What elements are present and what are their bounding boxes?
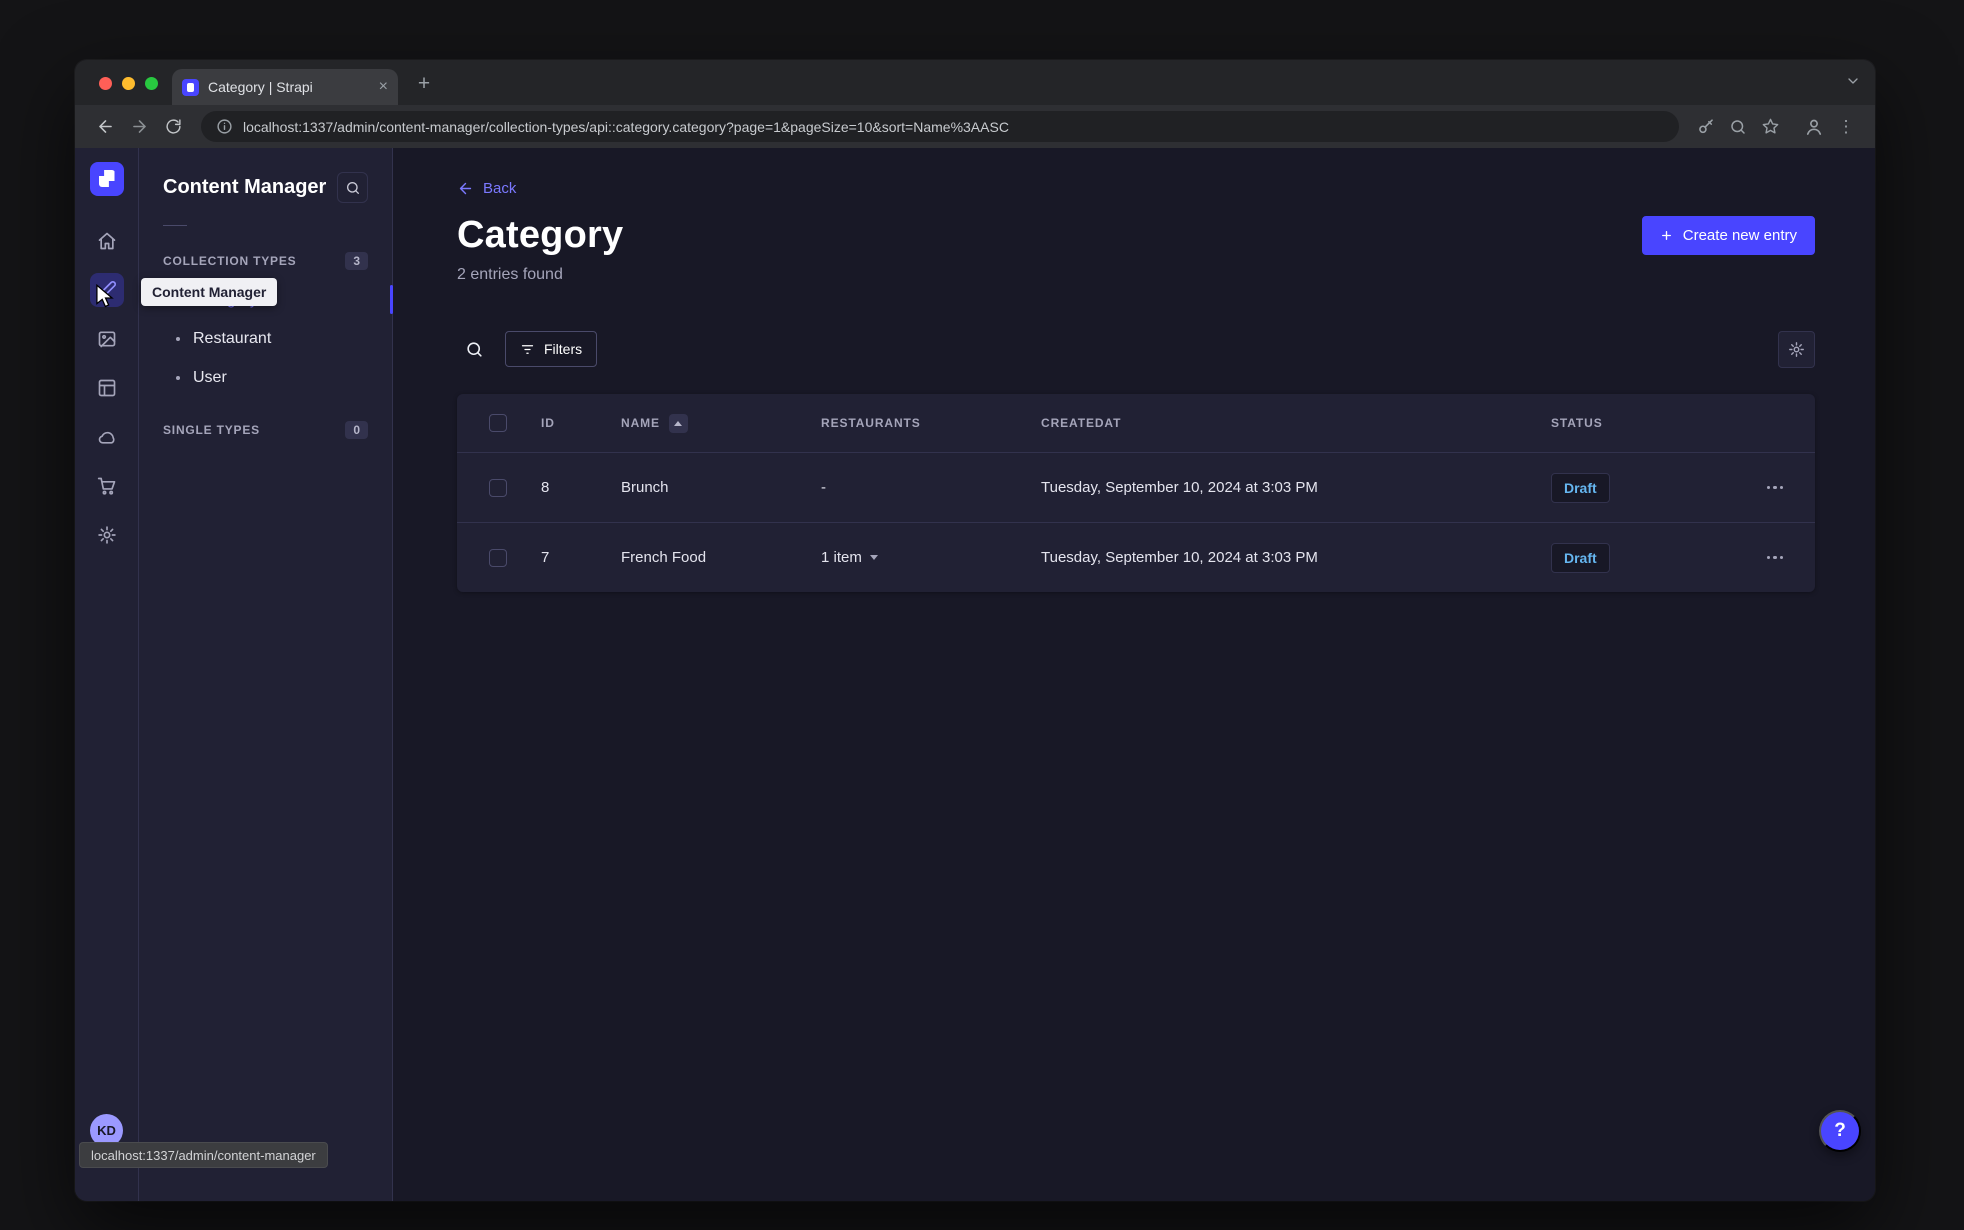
- page-title: Category: [457, 214, 624, 256]
- mouse-cursor: [96, 284, 114, 308]
- home-icon[interactable]: [90, 224, 124, 258]
- sidebar-divider: [163, 225, 187, 226]
- close-tab-icon[interactable]: [379, 79, 388, 95]
- nav-tooltip: Content Manager: [141, 278, 278, 306]
- name-header-label: NAME: [621, 416, 660, 430]
- table-row[interactable]: 7 French Food 1 item Tuesday, September …: [457, 522, 1815, 592]
- cell-createdat: Tuesday, September 10, 2024 at 3:03 PM: [1041, 549, 1318, 566]
- view-settings-button[interactable]: [1778, 330, 1815, 368]
- bullet-icon: [176, 336, 180, 341]
- media-library-icon[interactable]: [90, 322, 124, 356]
- search-button[interactable]: [457, 332, 491, 366]
- select-all-checkbox[interactable]: [489, 414, 507, 432]
- column-header-name[interactable]: NAME: [621, 413, 821, 433]
- arrow-left-icon: [459, 182, 472, 195]
- status-link-preview: localhost:1337/admin/content-manager: [79, 1142, 328, 1168]
- sidebar-item-restaurant[interactable]: Restaurant: [139, 319, 392, 358]
- cell-restaurants[interactable]: 1 item: [821, 549, 1041, 566]
- table-row[interactable]: 8 Brunch - Tuesday, September 10, 2024 a…: [457, 452, 1815, 522]
- cell-name: Brunch: [621, 479, 669, 496]
- tab-search-chevron-icon[interactable]: [1845, 73, 1861, 89]
- main-content: Back Category 2 entries found Create new…: [393, 148, 1875, 1201]
- column-header-createdat[interactable]: CREATEDAT: [1041, 416, 1551, 430]
- column-header-status[interactable]: STATUS: [1551, 416, 1711, 430]
- back-label: Back: [483, 180, 517, 197]
- page-info-icon[interactable]: [215, 112, 233, 142]
- status-badge: Draft: [1551, 472, 1610, 503]
- single-types-count-badge: 0: [345, 421, 368, 439]
- plus-icon: [1661, 231, 1671, 240]
- content-type-builder-icon[interactable]: [90, 371, 124, 405]
- sidebar-item-user[interactable]: User: [139, 358, 392, 397]
- back-link[interactable]: Back: [457, 180, 516, 197]
- browser-window: Category | Strapi localhost:1337/admin/c…: [75, 60, 1875, 1201]
- sidebar-item-label: User: [193, 368, 227, 386]
- forward-button[interactable]: [123, 111, 155, 143]
- cell-id: 7: [541, 549, 550, 566]
- column-header-restaurants[interactable]: RESTAURANTS: [821, 416, 1041, 430]
- sidebar-item-label: Restaurant: [193, 329, 272, 347]
- close-window-button[interactable]: [99, 77, 112, 90]
- profile-icon[interactable]: [1799, 112, 1829, 142]
- cell-createdat: Tuesday, September 10, 2024 at 3:03 PM: [1041, 479, 1318, 496]
- row-actions-menu[interactable]: [1766, 555, 1792, 560]
- marketplace-cart-icon[interactable]: [90, 469, 124, 503]
- cell-name: French Food: [621, 549, 707, 566]
- filters-button[interactable]: Filters: [505, 331, 598, 367]
- sidebar-search-button[interactable]: [337, 172, 368, 203]
- help-button[interactable]: ?: [1819, 1110, 1861, 1152]
- browser-toolbar: localhost:1337/admin/content-manager/col…: [75, 105, 1875, 148]
- collection-types-label: COLLECTION TYPES: [163, 254, 297, 268]
- collection-types-count-badge: 3: [345, 252, 368, 270]
- new-tab-button[interactable]: [410, 70, 438, 98]
- row-checkbox[interactable]: [489, 478, 507, 497]
- entries-table: ID NAME RESTAURANTS CREATEDAT STATUS 8 B…: [457, 394, 1815, 592]
- single-types-label: SINGLE TYPES: [163, 423, 260, 437]
- create-new-entry-button[interactable]: Create new entry: [1641, 216, 1815, 255]
- create-button-label: Create new entry: [1682, 227, 1797, 244]
- restaurants-count-label: 1 item: [821, 549, 862, 566]
- zoom-icon[interactable]: [1723, 112, 1753, 142]
- reload-button[interactable]: [157, 111, 189, 143]
- gear-icon: [1789, 341, 1804, 357]
- row-actions-menu[interactable]: [1766, 485, 1792, 490]
- chevron-down-icon: [869, 555, 878, 560]
- single-types-section: SINGLE TYPES 0: [139, 411, 392, 449]
- settings-gear-icon[interactable]: [90, 518, 124, 552]
- caret-up-icon: [674, 420, 683, 426]
- bullet-icon: [176, 375, 180, 380]
- row-checkbox[interactable]: [489, 548, 507, 567]
- sidebar-title: Content Manager: [163, 176, 327, 198]
- status-badge: Draft: [1551, 542, 1610, 573]
- browser-tab[interactable]: Category | Strapi: [172, 69, 398, 105]
- password-key-icon[interactable]: [1691, 112, 1721, 142]
- filters-label: Filters: [544, 341, 583, 357]
- back-button[interactable]: [89, 111, 121, 143]
- cell-id: 8: [541, 479, 550, 496]
- tab-title: Category | Strapi: [208, 79, 313, 95]
- strapi-logo[interactable]: [89, 162, 124, 196]
- url-bar[interactable]: localhost:1337/admin/content-manager/col…: [201, 111, 1679, 142]
- fullscreen-window-button[interactable]: [145, 77, 158, 90]
- strapi-app: KD Content Manager COLLECTION TYPES 3 Ca…: [75, 148, 1875, 1201]
- browser-menu-icon[interactable]: [1831, 112, 1861, 142]
- url-text[interactable]: localhost:1337/admin/content-manager/col…: [243, 119, 1665, 135]
- deploy-cloud-icon[interactable]: [90, 420, 124, 454]
- tab-strip: Category | Strapi: [75, 60, 1875, 105]
- column-header-id[interactable]: ID: [541, 416, 621, 430]
- bookmark-star-icon[interactable]: [1755, 112, 1785, 142]
- cell-restaurants: -: [821, 479, 826, 496]
- filter-icon: [521, 344, 534, 354]
- window-controls: [99, 77, 158, 90]
- collection-types-section: COLLECTION TYPES 3: [139, 242, 392, 280]
- table-header-row: ID NAME RESTAURANTS CREATEDAT STATUS: [457, 394, 1815, 452]
- strapi-favicon-icon: [182, 78, 199, 96]
- sort-ascending-button[interactable]: [668, 413, 688, 433]
- minimize-window-button[interactable]: [122, 77, 135, 90]
- entries-count: 2 entries found: [457, 266, 563, 283]
